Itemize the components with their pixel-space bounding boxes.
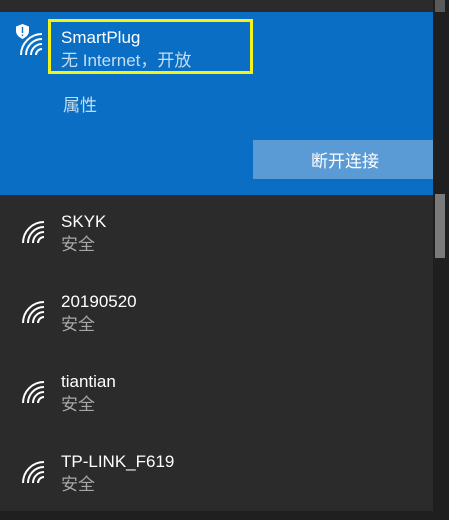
wifi-icon (20, 220, 50, 246)
shield-warning-icon (16, 24, 29, 39)
panel-top-strip (0, 0, 449, 12)
network-status: 安全 (61, 475, 95, 494)
properties-link[interactable]: 属性 (63, 96, 97, 116)
disconnect-button[interactable]: 断开连接 (253, 140, 437, 179)
network-status: 安全 (61, 395, 95, 414)
wifi-network-panel: SmartPlug 无 Internet，开放 属性 断开连接 SKYK 安全 … (0, 0, 449, 511)
network-status: 安全 (61, 315, 95, 334)
network-ssid: SKYK (61, 212, 107, 231)
wifi-icon (20, 460, 50, 486)
highlight-box (48, 19, 253, 74)
wifi-icon (20, 380, 50, 406)
wifi-icon (20, 300, 50, 326)
network-status: 安全 (61, 235, 95, 254)
network-ssid: 20190520 (61, 292, 137, 311)
network-ssid: TP-LINK_F619 (61, 452, 175, 471)
scrollbar-thumb[interactable] (435, 194, 445, 258)
scrollbar-top-cap (435, 0, 445, 12)
network-ssid: tiantian (61, 372, 116, 391)
